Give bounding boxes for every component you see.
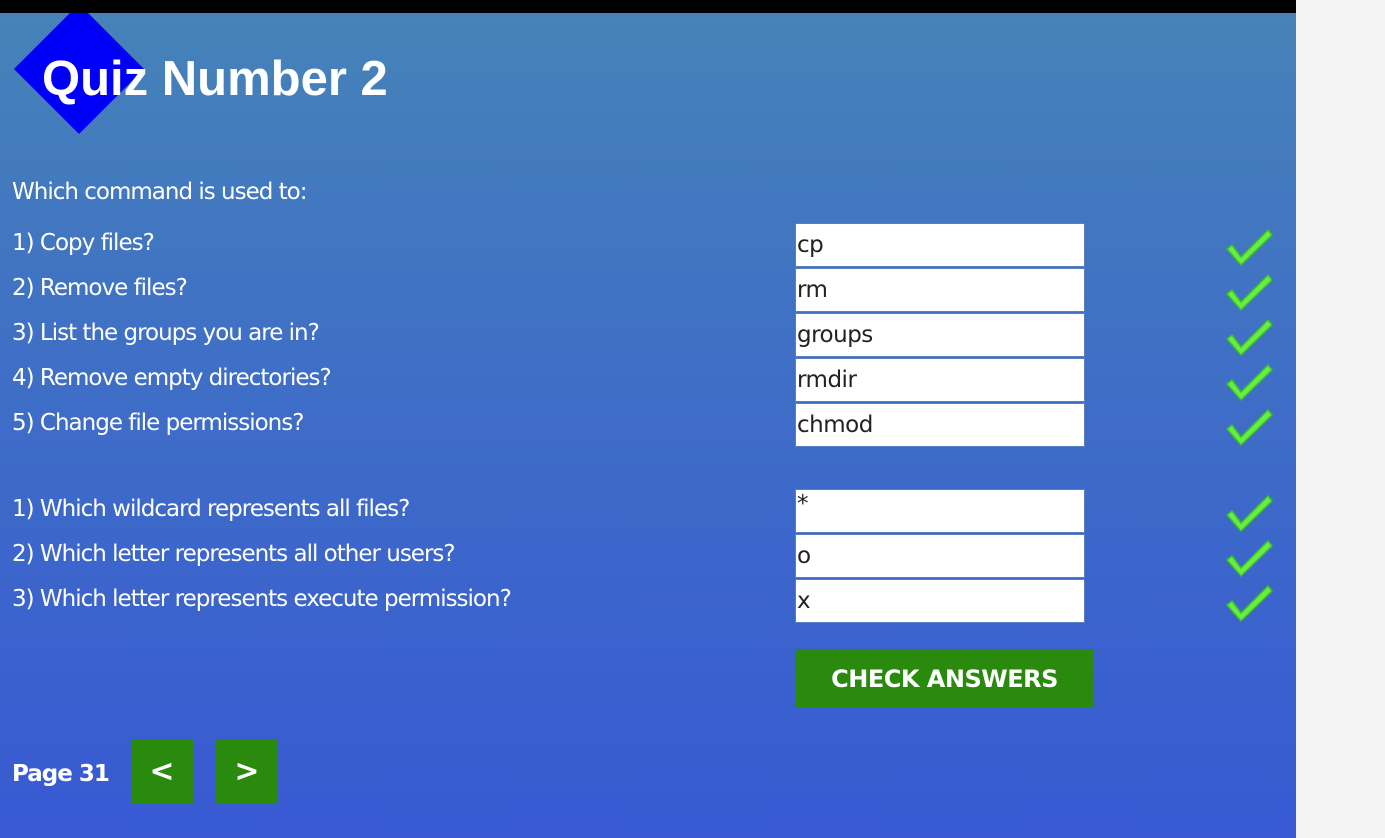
next-page-button[interactable]: > — [216, 739, 278, 803]
question-label: 3) List the groups you are in? — [12, 320, 320, 346]
question-label: 3) Which letter represents execute permi… — [12, 586, 512, 612]
answer-input[interactable] — [795, 313, 1085, 357]
answer-input[interactable] — [795, 489, 1085, 533]
answer-input[interactable] — [795, 223, 1085, 267]
checkmark-icon — [1226, 585, 1273, 622]
quiz-slide: Quiz Number 2 Which command is used to: … — [0, 13, 1296, 838]
question-label: 1) Copy files? — [12, 230, 155, 256]
page-number: Page 31 — [12, 761, 110, 787]
checkmark-icon — [1226, 319, 1273, 356]
checkmark-icon — [1226, 274, 1273, 311]
answer-input[interactable] — [795, 534, 1085, 578]
question-label: 2) Which letter represents all other use… — [12, 541, 456, 567]
page-title: Quiz Number 2 — [42, 52, 388, 106]
check-answers-button[interactable]: CHECK ANSWERS — [795, 649, 1094, 708]
checkmark-icon — [1226, 229, 1273, 266]
quiz-prompt: Which command is used to: — [12, 179, 307, 205]
answer-input[interactable] — [795, 579, 1085, 623]
checkmark-icon — [1226, 495, 1273, 532]
question-label: 1) Which wildcard represents all files? — [12, 496, 410, 522]
question-label: 5) Change file permissions? — [12, 410, 304, 436]
checkmark-icon — [1226, 364, 1273, 401]
answer-input[interactable] — [795, 268, 1085, 312]
previous-page-button[interactable]: < — [131, 739, 193, 803]
answer-input[interactable] — [795, 358, 1085, 402]
question-label: 4) Remove empty directories? — [12, 365, 332, 391]
checkmark-icon — [1226, 409, 1273, 446]
top-bar — [0, 0, 1296, 13]
checkmark-icon — [1226, 540, 1273, 577]
answer-input[interactable] — [795, 403, 1085, 447]
question-label: 2) Remove files? — [12, 275, 188, 301]
